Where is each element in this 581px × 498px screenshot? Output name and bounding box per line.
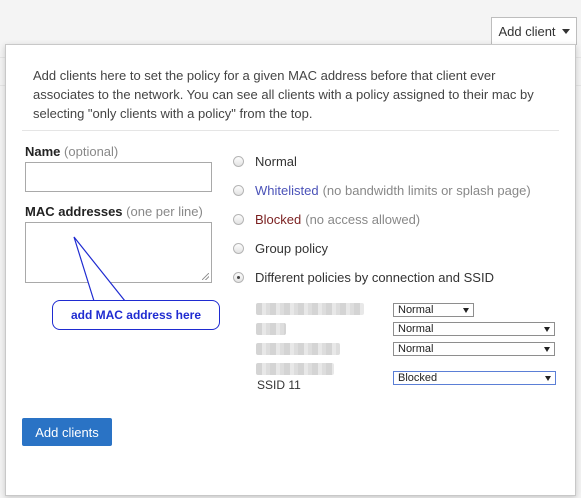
ssid-policy-select[interactable]: Normal (393, 303, 474, 317)
ssid-label: SSID 11 (257, 378, 301, 392)
add-client-label: Add client (498, 24, 556, 39)
policy-option-group[interactable]: Group policy (233, 241, 328, 256)
dropdown-arrow-icon (463, 308, 469, 313)
policy-note: (no access allowed) (305, 212, 421, 227)
ssid-name-redacted (256, 343, 340, 355)
policy-label: Whitelisted (255, 183, 319, 198)
radio-normal[interactable] (233, 156, 244, 167)
add-client-dropdown-button[interactable]: Add client (491, 17, 577, 45)
policy-note: (no bandwidth limits or splash page) (322, 183, 531, 198)
dropdown-arrow-icon (545, 376, 551, 381)
ssid-policy-select[interactable]: Blocked (393, 371, 556, 385)
ssid-policy-value: Normal (398, 323, 434, 335)
ssid-name-redacted (256, 363, 334, 375)
ssid-policy-value: Normal (398, 343, 434, 355)
ssid-policy-value: Blocked (398, 372, 438, 384)
dropdown-arrow-icon (544, 347, 550, 352)
add-clients-button[interactable]: Add clients (22, 418, 112, 446)
radio-whitelisted[interactable] (233, 185, 244, 196)
caret-down-icon (561, 29, 570, 34)
ssid-policy-select[interactable]: Normal (393, 322, 555, 336)
policy-label: Group policy (255, 241, 328, 256)
ssid-name-redacted (256, 303, 364, 315)
ssid-name-redacted (256, 323, 286, 335)
policy-option-normal[interactable]: Normal (233, 154, 297, 169)
radio-by-ssid[interactable] (233, 272, 244, 283)
policy-label: Blocked (255, 212, 302, 227)
radio-group-policy[interactable] (233, 243, 244, 254)
callout-text: add MAC address here (70, 308, 202, 322)
policy-label: Normal (255, 154, 297, 169)
ssid-policy-value: Normal (398, 304, 434, 316)
policy-label: Different policies by connection and SSI… (255, 270, 494, 285)
radio-blocked[interactable] (233, 214, 244, 225)
dropdown-arrow-icon (544, 327, 550, 332)
add-client-dialog: Add clients here to set the policy for a… (5, 44, 576, 496)
policy-option-by-ssid[interactable]: Different policies by connection and SSI… (233, 270, 494, 285)
policy-option-whitelisted[interactable]: Whitelisted (no bandwidth limits or spla… (233, 183, 531, 198)
callout-annotation: add MAC address here (52, 300, 220, 330)
ssid-policy-select[interactable]: Normal (393, 342, 555, 356)
policy-option-blocked[interactable]: Blocked (no access allowed) (233, 212, 420, 227)
